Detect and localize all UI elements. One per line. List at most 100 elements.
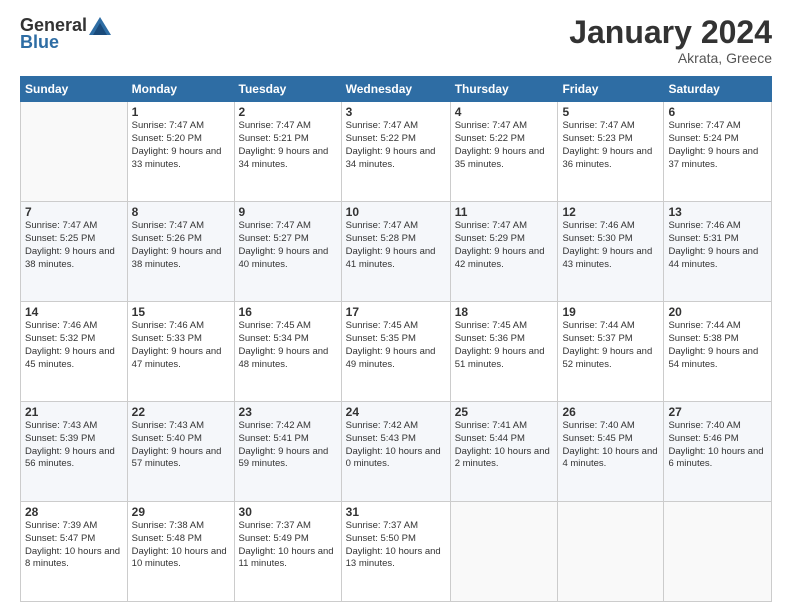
weekday-header-row: SundayMondayTuesdayWednesdayThursdayFrid…	[21, 77, 772, 102]
title-area: January 2024 Akrata, Greece	[569, 15, 772, 66]
calendar-cell: 29Sunrise: 7:38 AMSunset: 5:48 PMDayligh…	[127, 502, 234, 602]
day-detail: Sunrise: 7:45 AMSunset: 5:35 PMDaylight:…	[346, 320, 446, 371]
calendar-cell: 5Sunrise: 7:47 AMSunset: 5:23 PMDaylight…	[558, 102, 664, 202]
day-detail: Sunrise: 7:47 AMSunset: 5:27 PMDaylight:…	[239, 220, 337, 271]
page: General Blue January 2024 Akrata, Greece…	[0, 0, 792, 612]
day-detail: Sunrise: 7:47 AMSunset: 5:28 PMDaylight:…	[346, 220, 446, 271]
calendar-cell: 8Sunrise: 7:47 AMSunset: 5:26 PMDaylight…	[127, 202, 234, 302]
day-detail: Sunrise: 7:37 AMSunset: 5:49 PMDaylight:…	[239, 520, 337, 571]
day-detail: Sunrise: 7:39 AMSunset: 5:47 PMDaylight:…	[25, 520, 123, 571]
calendar-cell: 4Sunrise: 7:47 AMSunset: 5:22 PMDaylight…	[450, 102, 558, 202]
calendar-cell: 25Sunrise: 7:41 AMSunset: 5:44 PMDayligh…	[450, 402, 558, 502]
calendar-cell: 22Sunrise: 7:43 AMSunset: 5:40 PMDayligh…	[127, 402, 234, 502]
day-number: 19	[562, 305, 659, 319]
calendar-cell	[21, 102, 128, 202]
logo: General Blue	[20, 15, 111, 53]
calendar-cell: 28Sunrise: 7:39 AMSunset: 5:47 PMDayligh…	[21, 502, 128, 602]
calendar-cell: 30Sunrise: 7:37 AMSunset: 5:49 PMDayligh…	[234, 502, 341, 602]
calendar-cell: 11Sunrise: 7:47 AMSunset: 5:29 PMDayligh…	[450, 202, 558, 302]
day-detail: Sunrise: 7:45 AMSunset: 5:34 PMDaylight:…	[239, 320, 337, 371]
day-number: 5	[562, 105, 659, 119]
day-number: 9	[239, 205, 337, 219]
day-detail: Sunrise: 7:47 AMSunset: 5:26 PMDaylight:…	[132, 220, 230, 271]
day-detail: Sunrise: 7:37 AMSunset: 5:50 PMDaylight:…	[346, 520, 446, 571]
calendar-cell: 18Sunrise: 7:45 AMSunset: 5:36 PMDayligh…	[450, 302, 558, 402]
day-number: 11	[455, 205, 554, 219]
day-number: 22	[132, 405, 230, 419]
calendar-week-row: 14Sunrise: 7:46 AMSunset: 5:32 PMDayligh…	[21, 302, 772, 402]
calendar-cell: 10Sunrise: 7:47 AMSunset: 5:28 PMDayligh…	[341, 202, 450, 302]
day-number: 25	[455, 405, 554, 419]
header: General Blue January 2024 Akrata, Greece	[20, 15, 772, 66]
weekday-header-friday: Friday	[558, 77, 664, 102]
day-detail: Sunrise: 7:42 AMSunset: 5:41 PMDaylight:…	[239, 420, 337, 471]
calendar-cell: 16Sunrise: 7:45 AMSunset: 5:34 PMDayligh…	[234, 302, 341, 402]
day-detail: Sunrise: 7:41 AMSunset: 5:44 PMDaylight:…	[455, 420, 554, 471]
calendar-week-row: 1Sunrise: 7:47 AMSunset: 5:20 PMDaylight…	[21, 102, 772, 202]
calendar-cell	[450, 502, 558, 602]
weekday-header-monday: Monday	[127, 77, 234, 102]
day-number: 31	[346, 505, 446, 519]
calendar-cell: 27Sunrise: 7:40 AMSunset: 5:46 PMDayligh…	[664, 402, 772, 502]
day-number: 3	[346, 105, 446, 119]
day-detail: Sunrise: 7:43 AMSunset: 5:39 PMDaylight:…	[25, 420, 123, 471]
day-detail: Sunrise: 7:38 AMSunset: 5:48 PMDaylight:…	[132, 520, 230, 571]
day-detail: Sunrise: 7:47 AMSunset: 5:22 PMDaylight:…	[346, 120, 446, 171]
day-number: 29	[132, 505, 230, 519]
day-number: 18	[455, 305, 554, 319]
day-detail: Sunrise: 7:47 AMSunset: 5:24 PMDaylight:…	[668, 120, 767, 171]
day-number: 20	[668, 305, 767, 319]
day-number: 21	[25, 405, 123, 419]
day-detail: Sunrise: 7:42 AMSunset: 5:43 PMDaylight:…	[346, 420, 446, 471]
day-detail: Sunrise: 7:44 AMSunset: 5:37 PMDaylight:…	[562, 320, 659, 371]
weekday-header-wednesday: Wednesday	[341, 77, 450, 102]
day-number: 30	[239, 505, 337, 519]
day-number: 1	[132, 105, 230, 119]
weekday-header-tuesday: Tuesday	[234, 77, 341, 102]
calendar-cell: 31Sunrise: 7:37 AMSunset: 5:50 PMDayligh…	[341, 502, 450, 602]
day-number: 6	[668, 105, 767, 119]
calendar-cell: 23Sunrise: 7:42 AMSunset: 5:41 PMDayligh…	[234, 402, 341, 502]
day-number: 17	[346, 305, 446, 319]
weekday-header-sunday: Sunday	[21, 77, 128, 102]
day-number: 24	[346, 405, 446, 419]
day-detail: Sunrise: 7:47 AMSunset: 5:21 PMDaylight:…	[239, 120, 337, 171]
day-detail: Sunrise: 7:46 AMSunset: 5:32 PMDaylight:…	[25, 320, 123, 371]
calendar-cell: 3Sunrise: 7:47 AMSunset: 5:22 PMDaylight…	[341, 102, 450, 202]
calendar-cell: 13Sunrise: 7:46 AMSunset: 5:31 PMDayligh…	[664, 202, 772, 302]
calendar-cell: 26Sunrise: 7:40 AMSunset: 5:45 PMDayligh…	[558, 402, 664, 502]
subtitle: Akrata, Greece	[569, 50, 772, 66]
day-number: 10	[346, 205, 446, 219]
calendar-table: SundayMondayTuesdayWednesdayThursdayFrid…	[20, 76, 772, 602]
day-number: 8	[132, 205, 230, 219]
day-detail: Sunrise: 7:47 AMSunset: 5:22 PMDaylight:…	[455, 120, 554, 171]
day-detail: Sunrise: 7:47 AMSunset: 5:20 PMDaylight:…	[132, 120, 230, 171]
calendar-week-row: 7Sunrise: 7:47 AMSunset: 5:25 PMDaylight…	[21, 202, 772, 302]
calendar-cell: 21Sunrise: 7:43 AMSunset: 5:39 PMDayligh…	[21, 402, 128, 502]
calendar-cell: 19Sunrise: 7:44 AMSunset: 5:37 PMDayligh…	[558, 302, 664, 402]
calendar-cell: 12Sunrise: 7:46 AMSunset: 5:30 PMDayligh…	[558, 202, 664, 302]
month-title: January 2024	[569, 15, 772, 50]
day-number: 26	[562, 405, 659, 419]
day-number: 2	[239, 105, 337, 119]
day-detail: Sunrise: 7:46 AMSunset: 5:30 PMDaylight:…	[562, 220, 659, 271]
day-number: 27	[668, 405, 767, 419]
calendar-cell	[558, 502, 664, 602]
day-detail: Sunrise: 7:46 AMSunset: 5:31 PMDaylight:…	[668, 220, 767, 271]
day-detail: Sunrise: 7:47 AMSunset: 5:23 PMDaylight:…	[562, 120, 659, 171]
day-number: 14	[25, 305, 123, 319]
calendar-cell: 7Sunrise: 7:47 AMSunset: 5:25 PMDaylight…	[21, 202, 128, 302]
calendar-cell	[664, 502, 772, 602]
weekday-header-saturday: Saturday	[664, 77, 772, 102]
day-number: 16	[239, 305, 337, 319]
calendar-cell: 1Sunrise: 7:47 AMSunset: 5:20 PMDaylight…	[127, 102, 234, 202]
day-detail: Sunrise: 7:47 AMSunset: 5:29 PMDaylight:…	[455, 220, 554, 271]
calendar-cell: 15Sunrise: 7:46 AMSunset: 5:33 PMDayligh…	[127, 302, 234, 402]
day-detail: Sunrise: 7:44 AMSunset: 5:38 PMDaylight:…	[668, 320, 767, 371]
calendar-cell: 20Sunrise: 7:44 AMSunset: 5:38 PMDayligh…	[664, 302, 772, 402]
day-detail: Sunrise: 7:40 AMSunset: 5:46 PMDaylight:…	[668, 420, 767, 471]
logo-icon	[89, 17, 111, 35]
day-number: 23	[239, 405, 337, 419]
calendar-cell: 17Sunrise: 7:45 AMSunset: 5:35 PMDayligh…	[341, 302, 450, 402]
day-number: 4	[455, 105, 554, 119]
